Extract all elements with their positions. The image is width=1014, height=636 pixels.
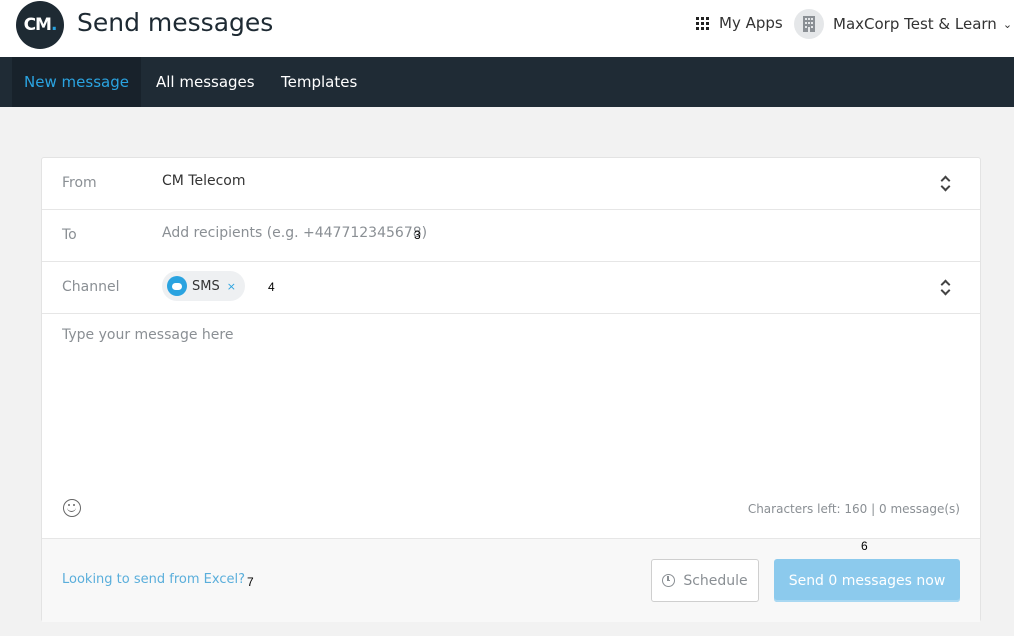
channel-row[interactable]: Channel SMS × 4 (42, 262, 980, 314)
schedule-label: Schedule (683, 572, 748, 589)
message-form-card: From CM Telecom To Add recipients (e.g. … (41, 157, 981, 622)
building-icon-svg (803, 16, 815, 32)
cm-logo[interactable]: CM. (16, 1, 64, 49)
account-label: MaxCorp Test & Learn (833, 15, 997, 33)
tab-templates[interactable]: Templates (281, 57, 357, 107)
send-from-excel-link[interactable]: Looking to send from Excel? (62, 572, 245, 587)
logo-dot: . (50, 15, 58, 35)
from-select-value[interactable]: CM Telecom (162, 173, 246, 189)
building-icon (794, 9, 824, 39)
channel-chip-sms[interactable]: SMS × (162, 271, 245, 301)
updown-icon[interactable] (940, 277, 952, 297)
chevron-down-icon: ⌄ (1002, 17, 1013, 31)
annotation-marker-3: 3 (414, 228, 421, 242)
grid-icon (696, 16, 709, 30)
character-counter: Characters left: 160 | 0 message(s) (747, 502, 960, 516)
tab-new-message[interactable]: New message (12, 57, 141, 107)
page-title: Send messages (77, 8, 274, 37)
channel-chip-label: SMS (192, 278, 220, 294)
top-header: CM. Send messages My Apps MaxCorp Test &… (0, 0, 1014, 57)
logo-text: CM (23, 15, 52, 35)
clock-icon (662, 574, 676, 587)
annotation-marker-6: 6 (861, 539, 868, 553)
annotation-marker-7: 7 (247, 575, 254, 589)
send-messages-button[interactable]: Send 0 messages now (774, 559, 960, 602)
schedule-button[interactable]: Schedule (651, 559, 759, 602)
chat-bubble-icon (167, 276, 187, 296)
from-label: From (62, 175, 97, 191)
message-textarea[interactable] (62, 327, 952, 477)
updown-icon[interactable] (940, 173, 952, 193)
to-label: To (62, 227, 77, 243)
to-row[interactable]: To Add recipients (e.g. +447712345678) 3 (42, 210, 980, 262)
from-row[interactable]: From CM Telecom (42, 158, 980, 210)
smiley-icon[interactable] (63, 499, 81, 517)
to-recipients-input[interactable]: Add recipients (e.g. +447712345678) (162, 225, 427, 241)
annotation-marker-4: 4 (268, 280, 275, 294)
tab-all-messages[interactable]: All messages (156, 57, 255, 107)
form-footer: Looking to send from Excel? 7 Schedule 6… (42, 538, 980, 622)
channel-label: Channel (62, 279, 120, 295)
account-menu[interactable]: MaxCorp Test & Learn ⌄ (794, 9, 1012, 39)
message-area: Characters left: 160 | 0 message(s) (42, 315, 980, 537)
my-apps-label: My Apps (719, 14, 783, 32)
close-icon[interactable]: × (227, 280, 236, 293)
my-apps-button[interactable]: My Apps (696, 14, 783, 32)
main-nav: New message All messages Templates (0, 57, 1014, 107)
